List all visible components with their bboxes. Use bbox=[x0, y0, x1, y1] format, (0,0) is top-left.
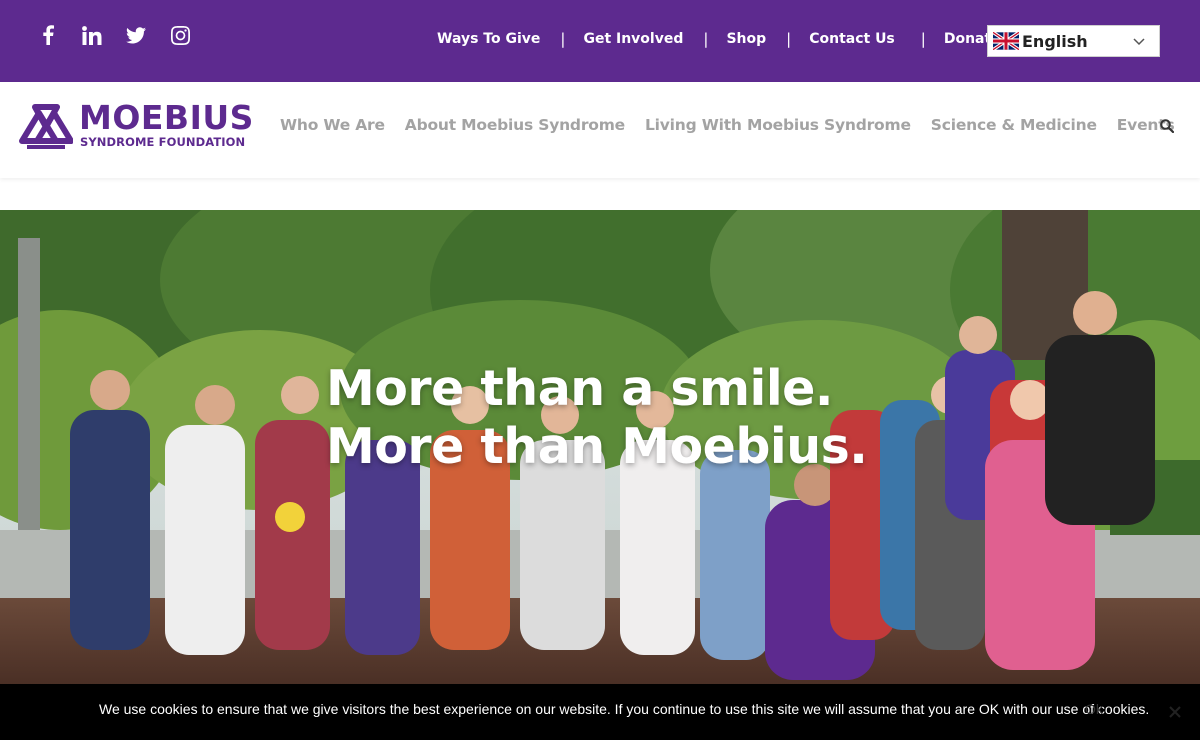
moebius-logo-icon bbox=[19, 104, 73, 149]
nav-contact-us[interactable]: Contact Us bbox=[809, 31, 895, 47]
linkedin-icon[interactable] bbox=[80, 22, 104, 48]
hero-line-1: More than a smile. bbox=[326, 360, 833, 417]
logo-subtitle: SYNDROME FOUNDATION bbox=[80, 135, 246, 149]
social-links bbox=[36, 22, 192, 48]
logo-title: MOEBIUS bbox=[79, 98, 254, 137]
top-bar: Ways To Give | Get Involved | Shop | Con… bbox=[0, 0, 1200, 82]
site-logo[interactable]: MOEBIUS SYNDROME FOUNDATION bbox=[19, 98, 254, 153]
main-nav: Who We Are About Moebius Syndrome Living… bbox=[280, 116, 1194, 134]
nav-who-we-are[interactable]: Who We Are bbox=[280, 116, 385, 134]
nav-separator: | bbox=[786, 30, 792, 48]
nav-ways-to-give[interactable]: Ways To Give bbox=[437, 31, 540, 47]
nav-about-moebius-syndrome[interactable]: About Moebius Syndrome bbox=[405, 116, 625, 134]
uk-flag-icon bbox=[993, 32, 1019, 50]
cookie-message: We use cookies to ensure that we give vi… bbox=[99, 701, 1150, 717]
instagram-icon[interactable] bbox=[168, 22, 192, 48]
hero-line-2: More than Moebius. bbox=[326, 418, 868, 475]
nav-separator: | bbox=[703, 30, 709, 48]
cookie-notice: We use cookies to ensure that we give vi… bbox=[0, 684, 1200, 740]
chevron-down-icon bbox=[1133, 38, 1145, 46]
nav-separator: | bbox=[560, 30, 566, 48]
nav-living-with-moebius-syndrome[interactable]: Living With Moebius Syndrome bbox=[645, 116, 911, 134]
main-header: MOEBIUS SYNDROME FOUNDATION Who We Are A… bbox=[0, 82, 1200, 178]
top-nav: Ways To Give | Get Involved | Shop | Con… bbox=[437, 30, 1001, 48]
language-label: English bbox=[1022, 31, 1088, 51]
close-icon[interactable] bbox=[1167, 704, 1183, 720]
nav-science-medicine[interactable]: Science & Medicine bbox=[931, 116, 1097, 134]
hero-banner: More than a smile. More than Moebius. bbox=[0, 210, 1200, 685]
search-icon[interactable] bbox=[1160, 119, 1174, 133]
cookie-ok-button[interactable]: Ok bbox=[1085, 701, 1103, 717]
twitter-icon[interactable] bbox=[124, 22, 148, 48]
nav-shop[interactable]: Shop bbox=[726, 31, 766, 47]
nav-separator: | bbox=[920, 30, 926, 48]
facebook-icon[interactable] bbox=[36, 22, 60, 48]
hero-headline: More than a smile. More than Moebius. bbox=[326, 360, 868, 476]
language-select[interactable]: English bbox=[987, 25, 1160, 57]
nav-get-involved[interactable]: Get Involved bbox=[583, 31, 683, 47]
